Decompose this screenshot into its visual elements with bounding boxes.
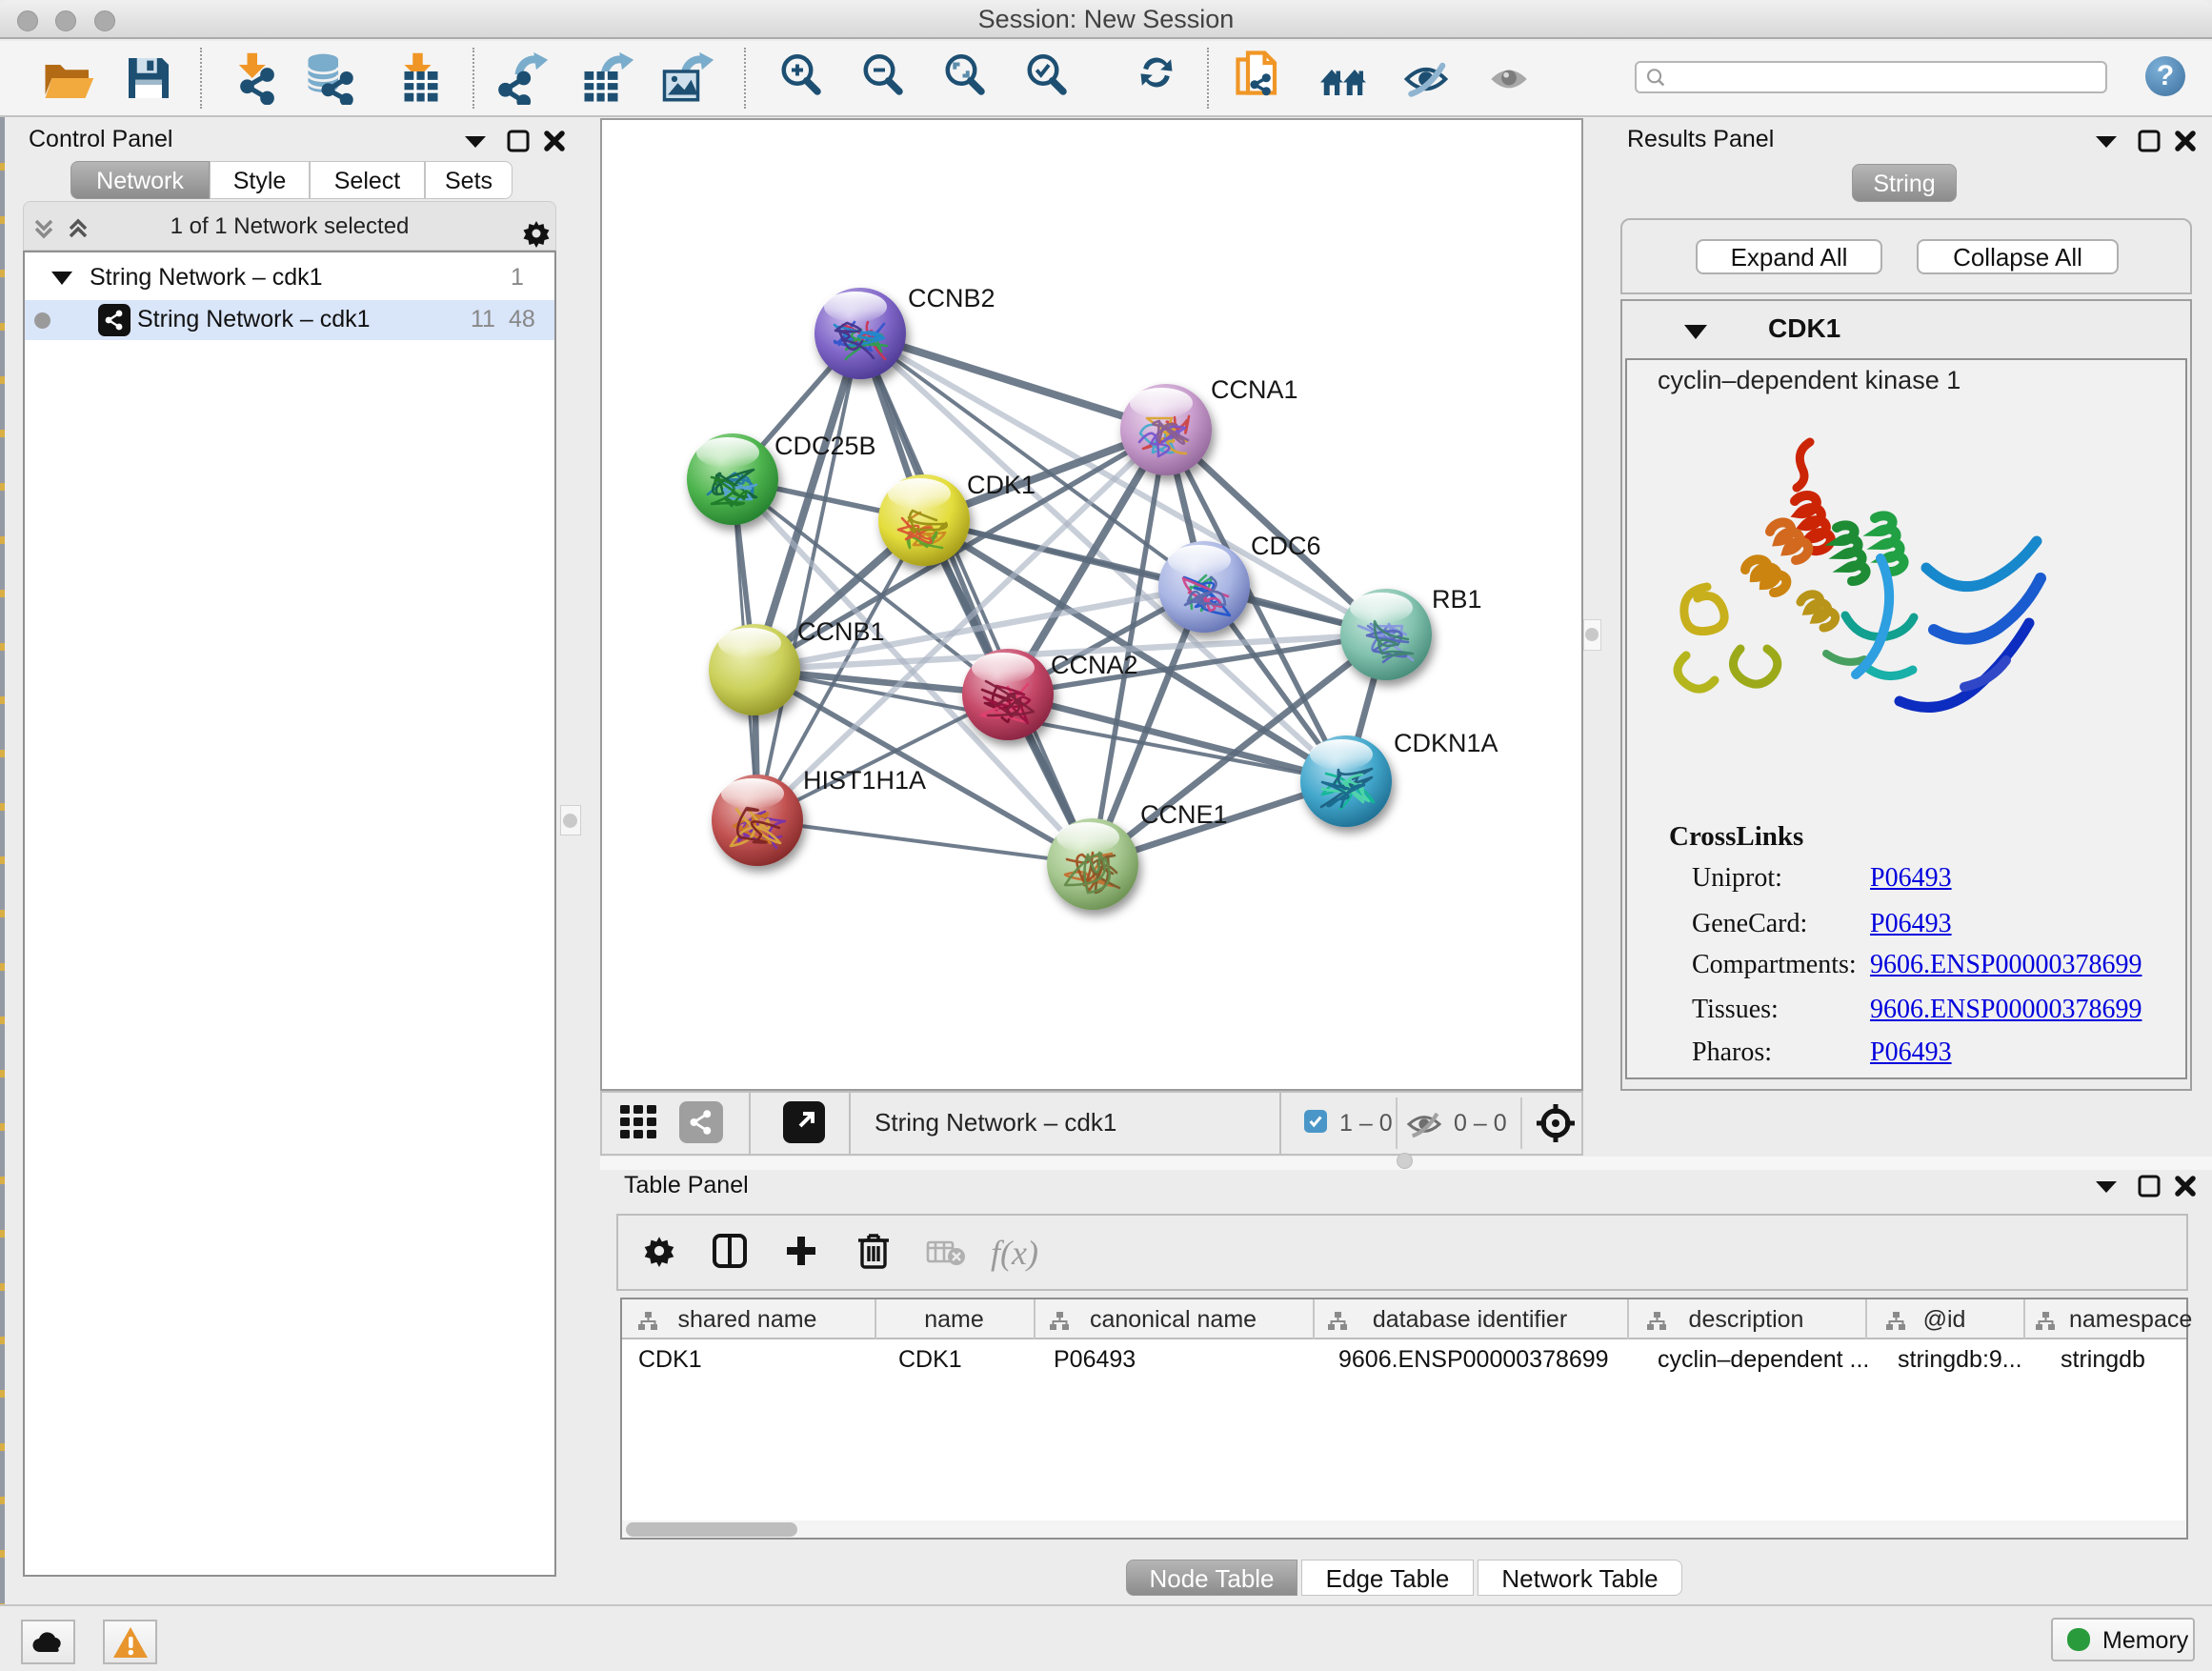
svg-text:HIST1H1A: HIST1H1A — [803, 766, 926, 795]
svg-text:CCNA2: CCNA2 — [1051, 651, 1138, 679]
svg-text:CCNB1: CCNB1 — [797, 617, 885, 646]
svg-text:CCNA1: CCNA1 — [1211, 375, 1298, 404]
svg-text:CDC25B: CDC25B — [774, 432, 876, 460]
svg-text:CCNB2: CCNB2 — [908, 284, 995, 312]
svg-text:RB1: RB1 — [1432, 585, 1482, 614]
svg-text:CCNE1: CCNE1 — [1140, 800, 1228, 829]
svg-text:CDC6: CDC6 — [1251, 532, 1321, 560]
svg-text:CDKN1A: CDKN1A — [1394, 729, 1498, 757]
svg-text:CDK1: CDK1 — [967, 471, 1036, 499]
